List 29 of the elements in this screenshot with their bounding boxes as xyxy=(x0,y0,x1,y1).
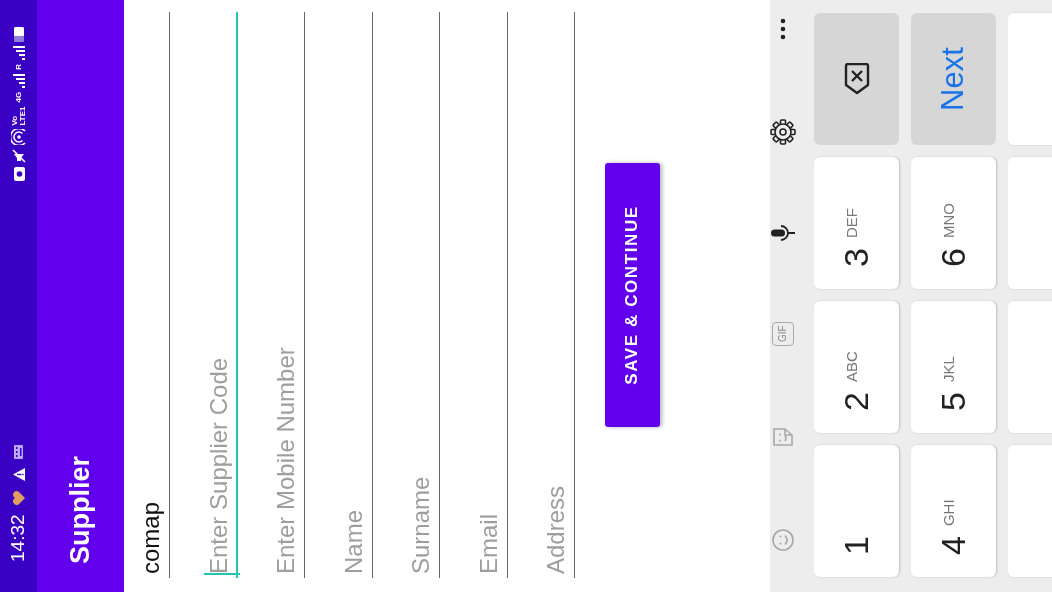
volte-label: Vo xyxy=(10,114,19,126)
digit-key[interactable]: 2 ABC xyxy=(814,301,899,433)
microphone-icon[interactable] xyxy=(770,224,796,243)
digit-key[interactable]: 5 JKL xyxy=(911,301,996,433)
save-button[interactable]: SAVE & CONTINUE xyxy=(604,163,660,427)
signal-icon xyxy=(12,73,25,88)
input-field[interactable]: comap xyxy=(124,12,170,578)
mute-icon xyxy=(11,149,26,164)
network-type: 4G xyxy=(14,91,23,103)
text-cursor xyxy=(203,573,240,575)
signal-icon xyxy=(12,46,25,60)
photo-icon xyxy=(12,167,25,182)
hotspot-icon xyxy=(10,129,27,146)
settings-icon[interactable] xyxy=(770,119,796,146)
battery-icon xyxy=(13,26,24,42)
digit-key[interactable]: 6 MNO xyxy=(911,157,996,289)
backspace-key[interactable] xyxy=(814,13,899,145)
backspace-icon xyxy=(843,63,870,95)
app-title: Supplier xyxy=(64,456,97,564)
volte-label: LTE1 xyxy=(18,106,27,126)
roaming-label: R xyxy=(14,64,23,70)
digit-key[interactable]: 1 xyxy=(814,445,899,577)
heart-icon xyxy=(11,490,26,507)
more-icon[interactable] xyxy=(780,18,786,41)
keyboard-icon xyxy=(14,445,23,460)
warning-icon xyxy=(11,467,26,483)
digit-key[interactable]: 4 GHI xyxy=(911,445,996,577)
clock-time: 14:32 xyxy=(6,514,30,562)
digit-key[interactable]: 3 DEF xyxy=(814,157,899,289)
